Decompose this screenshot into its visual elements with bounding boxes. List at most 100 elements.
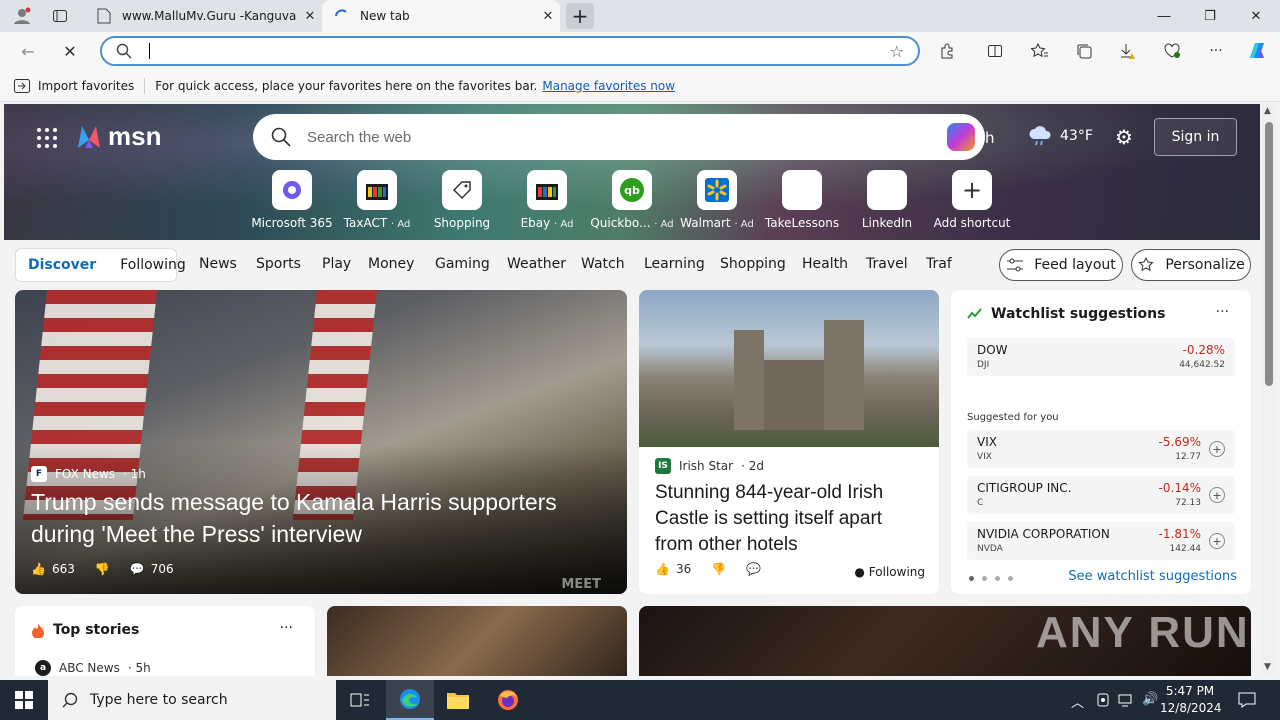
security-tray-icon[interactable] <box>1096 692 1110 712</box>
category-weather[interactable]: Weather <box>507 256 566 272</box>
like-icon[interactable]: 👍 <box>655 562 670 576</box>
collections-icon[interactable] <box>1072 40 1096 62</box>
tray-overflow-icon[interactable]: ︿ <box>1071 692 1084 711</box>
category-sports[interactable]: Sports <box>256 256 301 272</box>
category-travel[interactable]: Travel <box>866 256 908 272</box>
tab-new-tab[interactable]: New tab ✕ <box>322 0 560 32</box>
system-clock[interactable]: 5:47 PM 12/8/2024 <box>1160 683 1222 717</box>
split-screen-icon[interactable] <box>983 40 1007 62</box>
more-options-icon[interactable]: ··· <box>280 620 293 636</box>
category-gaming[interactable]: Gaming <box>435 256 490 272</box>
category-money[interactable]: Money <box>368 256 414 272</box>
more-options-icon[interactable]: ··· <box>1216 304 1229 320</box>
story-headline[interactable]: Stunning 844-year-old Irish Castle is se… <box>655 480 925 558</box>
shortcut-quickbooks[interactable]: qb Quickbo... · Ad <box>590 170 674 230</box>
taskbar-search[interactable]: Type here to search <box>48 680 336 720</box>
following-badge[interactable]: ● Following <box>854 565 925 579</box>
shortcut-microsoft-365[interactable]: Microsoft 365 <box>250 170 334 230</box>
close-window-button[interactable]: ✕ <box>1233 0 1279 32</box>
search-icon <box>271 127 291 150</box>
comment-icon[interactable]: 💬 <box>746 562 761 576</box>
hero-story-card[interactable]: F FOX News · 1h Trump sends message to K… <box>15 290 627 594</box>
import-favorites-button[interactable]: Import favorites <box>14 78 134 93</box>
shortcut-takelessons[interactable]: TakeLessons <box>760 170 844 230</box>
source-name: Irish Star <box>679 459 734 473</box>
scrollbar-thumb[interactable] <box>1265 122 1273 386</box>
more-menu-icon[interactable]: ··· <box>1204 40 1228 62</box>
msn-logo[interactable]: msn <box>74 121 161 152</box>
shortcut-walmart[interactable]: Walmart · Ad <box>675 170 759 230</box>
copilot-icon[interactable] <box>1245 40 1269 62</box>
file-explorer-icon[interactable] <box>434 680 482 720</box>
category-news[interactable]: News <box>199 256 237 272</box>
close-tab-icon[interactable]: ✕ <box>536 9 560 24</box>
story-headline[interactable]: Trump sends message to Kamala Harris sup… <box>31 486 611 550</box>
like-icon[interactable]: 👍 <box>31 562 46 576</box>
category-traffic[interactable]: Traf <box>926 256 952 272</box>
tab-discover[interactable]: Discover <box>16 257 108 273</box>
downloads-icon[interactable] <box>1116 40 1140 62</box>
scroll-up-icon[interactable]: ▲ <box>1264 106 1271 116</box>
see-watchlist-link[interactable]: See watchlist suggestions <box>1068 569 1237 584</box>
stock-row-nvidia[interactable]: NVIDIA CORPORATION NVDA -1.81% 142.44 + <box>967 522 1235 560</box>
manage-favorites-link[interactable]: Manage favorites now <box>542 79 675 93</box>
tab-actions-icon[interactable] <box>46 4 74 28</box>
favorite-star-icon[interactable]: ☆ <box>890 42 904 61</box>
new-tab-button[interactable]: + <box>566 3 594 29</box>
profile-icon[interactable] <box>8 4 36 28</box>
dislike-icon[interactable]: 👎 <box>711 562 726 576</box>
shortcut-linkedin[interactable]: LinkedIn <box>845 170 929 230</box>
category-watch[interactable]: Watch <box>581 256 625 272</box>
dislike-icon[interactable]: 👎 <box>95 562 110 576</box>
castle-story-card[interactable]: IS Irish Star · 2d Stunning 844-year-old… <box>639 290 939 594</box>
network-icon[interactable] <box>1118 692 1134 712</box>
close-tab-icon[interactable]: ✕ <box>298 9 322 24</box>
web-search-input[interactable] <box>307 126 907 148</box>
category-health[interactable]: Health <box>802 256 848 272</box>
shortcut-ebay[interactable]: Ebay · Ad <box>505 170 589 230</box>
category-play[interactable]: Play <box>322 256 351 272</box>
app-launcher-icon[interactable] <box>37 128 57 148</box>
tab-mallumv[interactable]: www.MalluMv.Guru -Kanguva (2 ✕ <box>84 0 322 32</box>
stock-row-dow[interactable]: DOW DJI -0.28% 44,642.52 <box>967 338 1235 376</box>
scroll-down-icon[interactable]: ▼ <box>1264 662 1271 672</box>
stock-price: 12.77 <box>1175 452 1201 462</box>
shortcut-taxact[interactable]: TaxACT · Ad <box>335 170 419 230</box>
address-input[interactable] <box>148 41 848 61</box>
settings-gear-icon[interactable]: ⚙ <box>1115 125 1133 149</box>
stock-row-vix[interactable]: VIX VIX -5.69% 12.77 + <box>967 430 1235 468</box>
restore-button[interactable]: ❐ <box>1187 0 1233 32</box>
minimize-button[interactable]: ― <box>1141 0 1187 32</box>
shortcut-add[interactable]: + Add shortcut <box>930 170 1014 230</box>
favorites-icon[interactable] <box>1028 40 1052 62</box>
edge-taskbar-icon[interactable] <box>386 680 434 720</box>
comment-icon[interactable]: 💬 <box>130 562 145 576</box>
firefox-icon[interactable] <box>484 680 532 720</box>
extensions-icon[interactable] <box>935 40 959 62</box>
stock-row-citigroup[interactable]: CITIGROUP INC. C -0.14% 72.13 + <box>967 476 1235 514</box>
weather-widget[interactable]: 43°F <box>1028 126 1093 146</box>
add-to-watchlist-icon[interactable]: + <box>1209 487 1225 503</box>
personalize-button[interactable]: Personalize <box>1131 249 1251 281</box>
web-search-box[interactable] <box>253 114 985 160</box>
volume-icon[interactable]: 🔊 <box>1142 692 1158 707</box>
page-scrollbar[interactable]: ▲ ▼ <box>1262 104 1276 676</box>
notifications-icon[interactable] <box>1238 692 1256 712</box>
shortcut-shopping[interactable]: Shopping <box>420 170 504 230</box>
copilot-search-icon[interactable] <box>947 123 975 151</box>
story-card-image[interactable] <box>327 606 627 676</box>
windows-start-icon[interactable] <box>0 680 48 720</box>
feed-layout-button[interactable]: Feed layout <box>999 249 1123 281</box>
browser-essentials-icon[interactable] <box>1160 40 1184 62</box>
back-button[interactable]: ← <box>14 39 42 63</box>
add-to-watchlist-icon[interactable]: + <box>1209 533 1225 549</box>
stop-loading-button[interactable]: ✕ <box>56 39 84 63</box>
category-learning[interactable]: Learning <box>644 256 705 272</box>
carousel-dots[interactable] <box>969 576 1013 581</box>
tab-following[interactable]: Following <box>108 257 198 273</box>
address-bar[interactable]: ☆ <box>100 36 920 66</box>
sign-in-button[interactable]: Sign in <box>1154 118 1237 156</box>
task-view-icon[interactable] <box>336 680 384 720</box>
add-to-watchlist-icon[interactable]: + <box>1209 441 1225 457</box>
category-shopping[interactable]: Shopping <box>720 256 786 272</box>
